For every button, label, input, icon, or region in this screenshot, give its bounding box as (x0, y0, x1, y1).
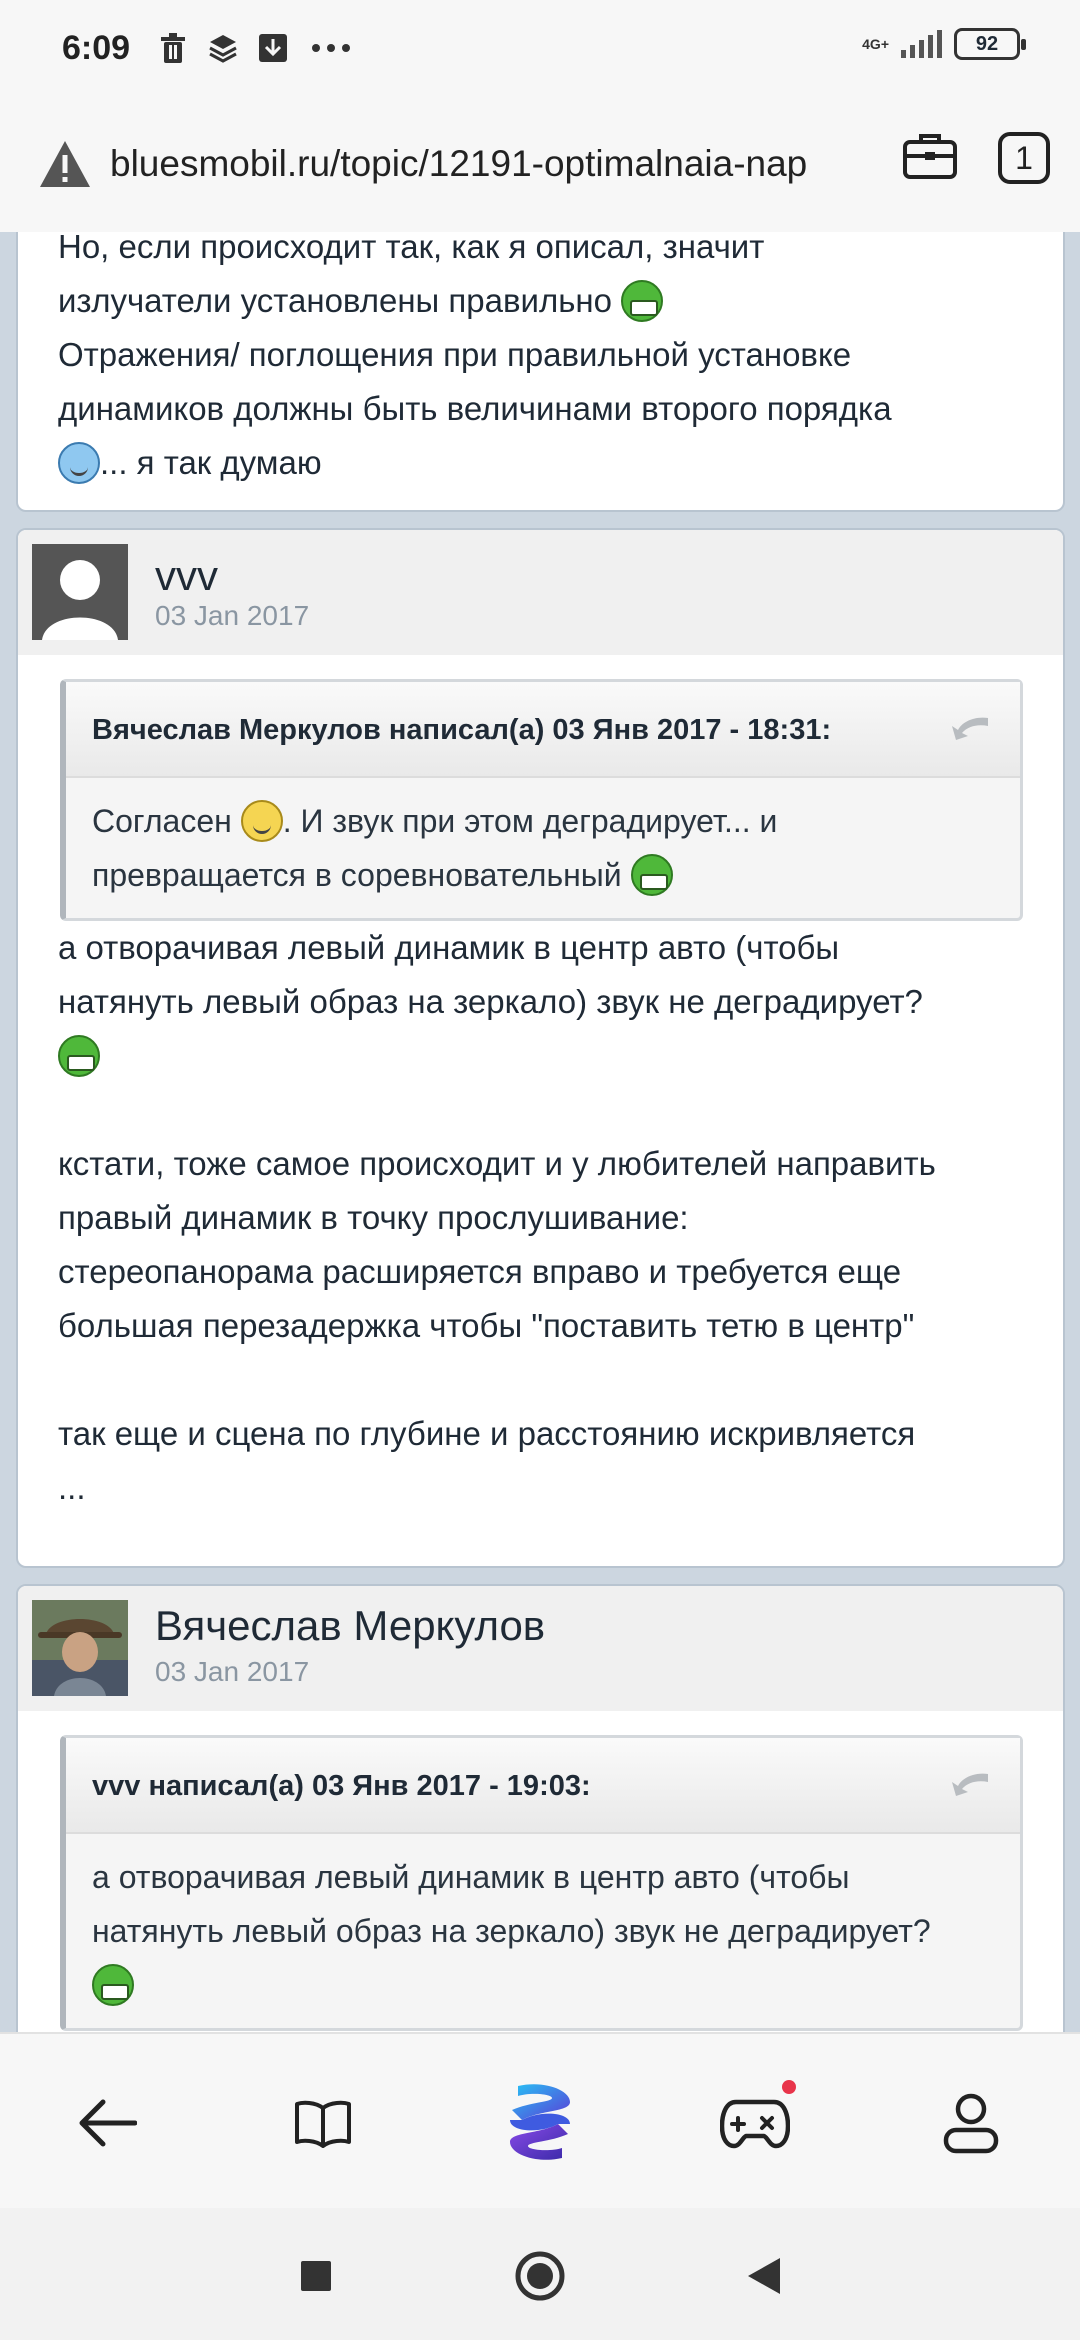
recents-icon[interactable] (288, 2248, 344, 2304)
post-header: vvv 03 Jan 2017 (18, 530, 1063, 655)
post-date: 03 Jan 2017 (155, 600, 310, 631)
post-text-line: Но, если происходит так, как я описал, з… (58, 232, 765, 265)
back-arrow-icon[interactable] (72, 2088, 142, 2158)
reply-arrow-icon[interactable] (950, 714, 990, 742)
tabs-counter-button[interactable]: 1 (998, 131, 1050, 184)
post-text-line: ... я так думаю (100, 444, 322, 481)
wink-emoji-icon (58, 442, 100, 484)
back-icon[interactable] (736, 2248, 792, 2304)
forum-post: Но, если происходит так, как я описал, з… (16, 232, 1065, 512)
post-text-line: кстати, тоже самое происходит и у любите… (58, 1145, 936, 1182)
quote-text-line: натянуть левый образ на зеркало) звук не… (92, 1913, 931, 1949)
reply-arrow-icon[interactable] (950, 1770, 990, 1798)
grin-emoji-icon (58, 1035, 100, 1077)
profile-icon[interactable] (936, 2088, 1006, 2158)
quote-header: vvv написал(а) 03 Янв 2017 - 19:03: (66, 1738, 1020, 1834)
quote-header-text: vvv написал(а) 03 Янв 2017 - 19:03: (92, 1770, 591, 1802)
post-date: 03 Jan 2017 (155, 1656, 310, 1687)
address-bar: bluesmobil.ru/topic/12191-optimalnaia-na… (0, 96, 1080, 232)
quote-text-line: . И звук при этом деградирует... и (282, 803, 778, 839)
grin-emoji-icon (621, 280, 664, 322)
post-text-line: натянуть левый образ на зеркало) звук не… (58, 983, 923, 1020)
quote-block: Вячеслав Меркулов написал(а) 03 Янв 2017… (60, 679, 1023, 921)
grin-emoji-icon (630, 854, 673, 896)
quote-text-line: Согласен (92, 803, 232, 839)
post-header: Вячеслав Меркулов 03 Jan 2017 (18, 1586, 1063, 1711)
forum-post: Вячеслав Меркулов 03 Jan 2017 vvv написа… (16, 1584, 1065, 2032)
forum-post: vvv 03 Jan 2017 Вячеслав Меркулов написа… (16, 528, 1065, 1568)
grin-emoji-icon (92, 1964, 134, 2006)
status-time: 6:09 (62, 28, 131, 67)
book-icon[interactable] (288, 2088, 358, 2158)
home-icon[interactable] (512, 2248, 568, 2304)
battery-icon: 92 (954, 28, 1026, 60)
post-text-line: стереопанорама расширяется вправо и треб… (58, 1253, 902, 1290)
post-text-line: так еще и сцена по глубине и расстоянию … (58, 1415, 916, 1452)
quote-header: Вячеслав Меркулов написал(а) 03 Янв 2017… (66, 682, 1020, 778)
smile-emoji-icon (240, 800, 283, 842)
briefcase-icon[interactable] (902, 130, 958, 185)
quote-header-text: Вячеслав Меркулов написал(а) 03 Янв 2017… (92, 714, 832, 746)
post-text-line: излучатели установлены правильно (58, 282, 612, 319)
quote-block: vvv написал(а) 03 Янв 2017 - 19:03: а от… (60, 1735, 1023, 2031)
post-text-line: а отворачивая левый динамик в центр авто… (58, 929, 840, 966)
more-icon (306, 31, 356, 65)
post-text-line: Отражения/ поглощения при правильной уст… (58, 336, 852, 373)
signal-icon (901, 30, 942, 58)
post-text-line: большая перезадержка чтобы "поставить те… (58, 1307, 915, 1344)
quote-text-line: а отворачивая левый динамик в центр авто… (92, 1859, 850, 1895)
status-bar: 6:09 4G+ 92 (0, 0, 1080, 96)
post-text-line: динамиков должны быть величинами второго… (58, 390, 892, 427)
warning-icon[interactable] (38, 139, 92, 189)
system-nav-bar (0, 2208, 1080, 2340)
network-type: 4G+ (862, 36, 889, 52)
download-icon (256, 31, 290, 65)
browser-bottom-nav (0, 2032, 1080, 2208)
trash-icon (156, 31, 190, 65)
avatar[interactable] (32, 1600, 128, 1696)
post-text-line: ... (58, 1469, 86, 1506)
layers-icon (206, 31, 240, 65)
url-text[interactable]: bluesmobil.ru/topic/12191-optimalnaia-na… (110, 143, 870, 185)
post-author[interactable]: vvv (155, 552, 218, 600)
notification-dot (782, 2080, 796, 2094)
gamepad-icon[interactable] (720, 2080, 796, 2158)
browser-logo-icon[interactable] (500, 2082, 580, 2162)
quote-text-line: превращается в соревновательный (92, 857, 622, 893)
avatar[interactable] (32, 544, 128, 640)
page-content: Но, если происходит так, как я описал, з… (0, 232, 1080, 2032)
post-author[interactable]: Вячеслав Меркулов (155, 1602, 545, 1650)
post-text-line: правый динамик в точку прослушивание: (58, 1199, 689, 1236)
